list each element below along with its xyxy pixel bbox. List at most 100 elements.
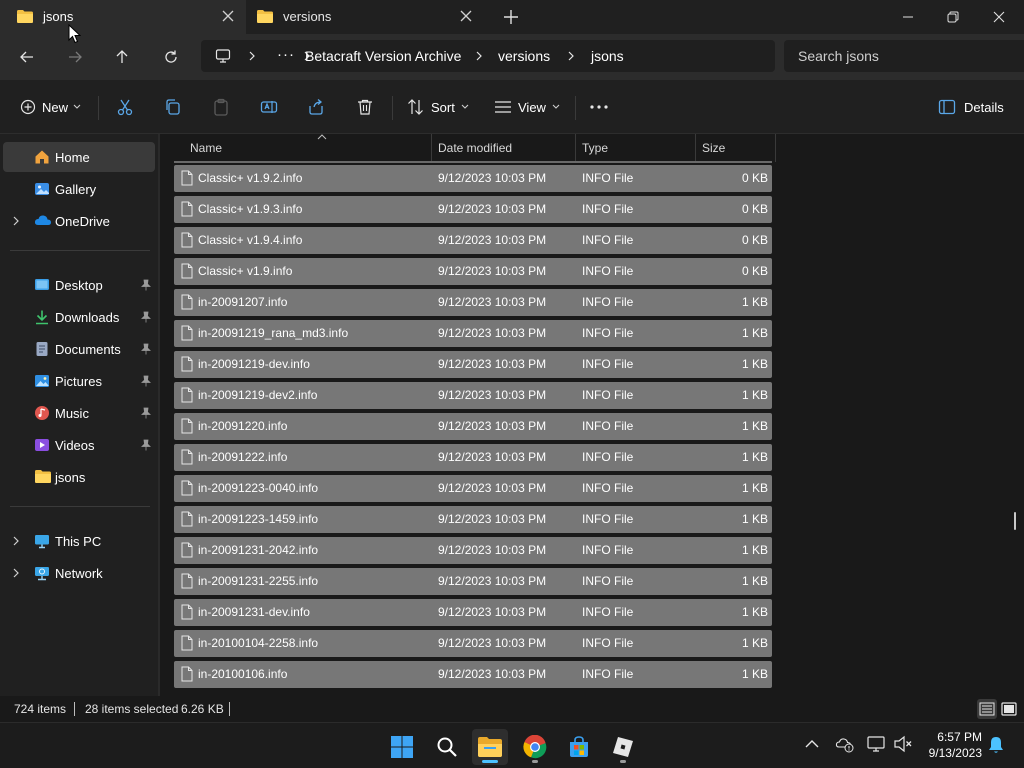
sidebar-item-pictures[interactable]: Pictures: [0, 366, 156, 396]
file-row[interactable]: in-20100106.info 9/12/2023 10:03 PM INFO F…: [174, 661, 772, 688]
file-row[interactable]: in-20091207.info 9/12/2023 10:03 PM INFO F…: [174, 289, 772, 316]
restore-button[interactable]: [930, 0, 976, 34]
taskbar-microsoft-store[interactable]: [561, 729, 597, 765]
onedrive-tray-button[interactable]: [835, 735, 855, 753]
file-icon: [181, 170, 193, 186]
delete-button[interactable]: [356, 94, 374, 120]
file-row[interactable]: in-20091231-dev.info 9/12/2023 10:03 PM IN…: [174, 599, 772, 626]
pin-icon[interactable]: [141, 343, 151, 355]
chevron-down-icon: [461, 104, 469, 109]
file-row[interactable]: in-20091219_rana_md3.info 9/12/2023 10:03…: [174, 320, 772, 347]
sidebar-item-music[interactable]: Music: [0, 398, 156, 428]
close-tab-icon[interactable]: [460, 10, 472, 22]
network-tray-button[interactable]: [867, 735, 887, 753]
column-type[interactable]: Type: [582, 141, 608, 155]
back-button[interactable]: [13, 44, 41, 70]
clock[interactable]: 6:57 PM 9/13/2023: [929, 729, 982, 761]
taskbar-file-explorer[interactable]: [472, 729, 508, 765]
sidebar-item-desktop[interactable]: Desktop: [0, 270, 156, 300]
file-row[interactable]: Classic+ v1.9.2.info 9/12/2023 10:03 PM IN…: [174, 165, 772, 192]
taskbar-chrome[interactable]: [517, 729, 553, 765]
file-row[interactable]: in-20091219-dev.info 9/12/2023 10:03 PM IN…: [174, 351, 772, 378]
sidebar-item-documents[interactable]: Documents: [0, 334, 156, 364]
file-row[interactable]: in-20091231-2042.info 9/12/2023 10:03 PM I…: [174, 537, 772, 564]
chevron-right-icon[interactable]: [475, 51, 483, 61]
volume-tray-button[interactable]: [893, 735, 913, 753]
column-name[interactable]: Name: [190, 141, 222, 155]
column-divider[interactable]: [695, 134, 696, 162]
minimize-button[interactable]: [885, 0, 931, 34]
tab-versions[interactable]: versions: [246, 0, 486, 34]
details-button[interactable]: Details: [938, 94, 1004, 120]
more-options-button[interactable]: [589, 94, 609, 120]
navigation-bar: ··· Betacraft Version Archive versions j…: [0, 34, 1024, 80]
show-hidden-icons-button[interactable]: [805, 739, 819, 749]
more-locations-icon[interactable]: ···: [277, 46, 295, 63]
chevron-right-icon[interactable]: [12, 216, 20, 226]
file-row[interactable]: in-20091220.info 9/12/2023 10:03 PM INFO F…: [174, 413, 772, 440]
notifications-button[interactable]: [988, 736, 1004, 754]
pin-icon[interactable]: [141, 279, 151, 291]
folder-icon: [16, 9, 34, 24]
file-row[interactable]: Classic+ v1.9.info 9/12/2023 10:03 PM INFO…: [174, 258, 772, 285]
file-row[interactable]: in-20091231-2255.info 9/12/2023 10:03 PM I…: [174, 568, 772, 595]
close-window-button[interactable]: [976, 0, 1022, 34]
forward-button[interactable]: [61, 44, 89, 70]
details-view-button[interactable]: [977, 699, 997, 719]
rename-button[interactable]: [260, 94, 278, 120]
large-icons-view-button[interactable]: [999, 699, 1019, 719]
column-divider[interactable]: [775, 134, 776, 162]
copy-button[interactable]: [164, 94, 182, 120]
chevron-right-icon[interactable]: [12, 568, 20, 578]
breadcrumb-jsons[interactable]: jsons: [591, 48, 624, 64]
view-button[interactable]: View: [494, 94, 560, 120]
sidebar-item-onedrive[interactable]: OneDrive: [0, 206, 156, 236]
pin-icon[interactable]: [141, 311, 151, 323]
file-row[interactable]: in-20091223-1459.info 9/12/2023 10:03 PM I…: [174, 506, 772, 533]
sidebar-item-downloads[interactable]: Downloads: [0, 302, 156, 332]
file-row[interactable]: Classic+ v1.9.3.info 9/12/2023 10:03 PM IN…: [174, 196, 772, 223]
sidebar-item-home[interactable]: Home: [3, 142, 155, 172]
address-bar[interactable]: ··· Betacraft Version Archive versions j…: [201, 40, 775, 72]
new-button[interactable]: New: [20, 94, 81, 120]
taskbar-roblox[interactable]: [605, 729, 641, 765]
share-button[interactable]: [308, 94, 326, 120]
search-input[interactable]: Search jsons: [784, 40, 1024, 72]
column-divider[interactable]: [575, 134, 576, 162]
sidebar-item-this-pc[interactable]: This PC: [0, 526, 156, 556]
onedrive-icon: [34, 213, 52, 227]
column-divider[interactable]: [431, 134, 432, 162]
breadcrumb-versions[interactable]: versions: [498, 48, 550, 64]
chevron-right-icon[interactable]: [567, 51, 575, 61]
chevron-right-icon[interactable]: [12, 536, 20, 546]
sidebar-item-network[interactable]: Network: [0, 558, 156, 588]
file-row[interactable]: in-20100104-2258.info 9/12/2023 10:03 PM I…: [174, 630, 772, 657]
paste-button[interactable]: [212, 94, 230, 120]
file-row[interactable]: in-20091219-dev2.info 9/12/2023 10:03 PM I…: [174, 382, 772, 409]
sidebar-item-videos[interactable]: Videos: [0, 430, 156, 460]
paste-icon: [214, 98, 228, 116]
column-date-modified[interactable]: Date modified: [438, 141, 512, 155]
vertical-scrollbar[interactable]: [1014, 512, 1016, 530]
sort-button[interactable]: Sort: [407, 94, 469, 120]
refresh-button[interactable]: [157, 44, 185, 70]
sidebar-item-jsons[interactable]: jsons: [0, 462, 156, 492]
pin-icon[interactable]: [141, 375, 151, 387]
file-row[interactable]: in-20091223-0040.info 9/12/2023 10:03 PM I…: [174, 475, 772, 502]
new-tab-button[interactable]: [500, 6, 522, 28]
pin-icon[interactable]: [141, 439, 151, 451]
file-row[interactable]: in-20091222.info 9/12/2023 10:03 PM INFO F…: [174, 444, 772, 471]
pin-icon[interactable]: [141, 407, 151, 419]
cut-button[interactable]: [116, 94, 134, 120]
taskbar-search-button[interactable]: [429, 729, 465, 765]
this-pc-icon[interactable]: [215, 48, 231, 64]
up-button[interactable]: [108, 44, 136, 70]
close-tab-icon[interactable]: [222, 10, 234, 22]
breadcrumb-betacraft-version-archive[interactable]: Betacraft Version Archive: [305, 48, 461, 64]
start-button[interactable]: [384, 729, 420, 765]
column-size[interactable]: Size: [702, 141, 725, 155]
tab-jsons[interactable]: jsons: [0, 0, 246, 34]
sidebar-item-gallery[interactable]: Gallery: [0, 174, 156, 204]
chevron-right-icon[interactable]: [248, 51, 256, 61]
file-row[interactable]: Classic+ v1.9.4.info 9/12/2023 10:03 PM IN…: [174, 227, 772, 254]
